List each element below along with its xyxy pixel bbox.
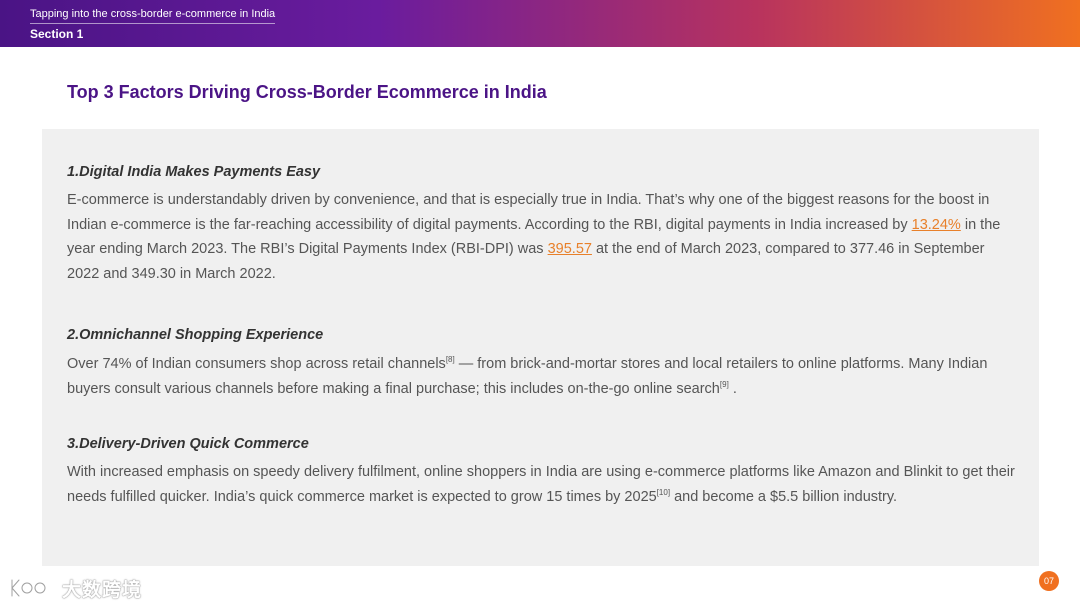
section-label: Section 1 (30, 27, 84, 41)
factor-3-heading: 3.Delivery-Driven Quick Commerce (67, 436, 309, 452)
factor-2-text-a: Over 74% of Indian consumers shop across… (67, 356, 446, 372)
brand-logo-icon (10, 578, 47, 598)
watermark-text: 大数跨境 (62, 580, 143, 601)
factor-2-text-c: . (728, 380, 737, 397)
header-banner: Tapping into the cross-border e-commerce… (0, 0, 1080, 47)
footnote-ref-8[interactable]: [8] (446, 355, 455, 364)
page-number-badge: 07 (1039, 571, 1059, 591)
rbi-dpi-link[interactable]: 395.57 (548, 241, 592, 257)
payments-growth-link[interactable]: 13.24% (912, 217, 961, 233)
footnote-ref-9[interactable]: [9] (720, 380, 729, 389)
factor-1-text-a: E-commerce is understandably driven by c… (67, 192, 990, 233)
factor-1-body: E-commerce is understandably driven by c… (67, 188, 1017, 286)
factor-3-body: With increased emphasis on speedy delive… (67, 460, 1017, 509)
watermark-logo: 大数跨境 (8, 574, 148, 602)
factor-2-body: Over 74% of Indian consumers shop across… (67, 352, 1017, 401)
factor-1-heading: 1.Digital India Makes Payments Easy (67, 164, 321, 180)
factor-3-text-b: and become a $5.5 billion industry. (670, 488, 898, 505)
factor-2-heading: 2.Omnichannel Shopping Experience (67, 327, 324, 343)
footnote-ref-10[interactable]: [10] (657, 488, 670, 497)
page-title: Top 3 Factors Driving Cross-Border Ecomm… (67, 82, 547, 102)
report-subtitle: Tapping into the cross-border e-commerce… (30, 8, 276, 24)
